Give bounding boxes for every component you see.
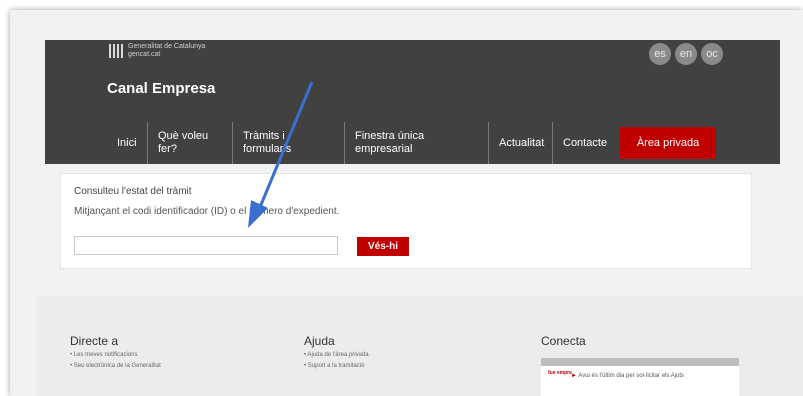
status-check-card: Consulteu l'estat del tràmit Mitjançant … bbox=[60, 173, 752, 269]
footer-ajuda-title: Ajuda bbox=[304, 334, 335, 348]
conecta-news-panel: fue empre ► Avui és l'últim dia per sol·… bbox=[541, 358, 739, 396]
nav-label: Actualitat bbox=[499, 136, 545, 149]
footer-directe-title: Directe a bbox=[70, 334, 119, 348]
gencat-logo[interactable]: Generalitat de Catalunya gencat.cat bbox=[109, 40, 205, 62]
footer-conecta-title: Conecta bbox=[541, 334, 586, 348]
logo-text-line1: Generalitat de Catalunya bbox=[128, 43, 206, 50]
nav-item-area-privada[interactable]: Àrea privada bbox=[620, 127, 716, 159]
nav-item-que-voleu-fer[interactable]: Què voleu fer? bbox=[147, 122, 227, 164]
nav-label-line1: Què voleu bbox=[158, 130, 209, 142]
footer-link-seu-electronica[interactable]: • Seu electrònica de la Generalitat bbox=[70, 363, 161, 369]
footer-link-ajuda-area-privada[interactable]: • Ajuda de l'àrea privada bbox=[304, 352, 369, 358]
site-header: Generalitat de Catalunya gencat.cat Cana… bbox=[45, 40, 780, 164]
conecta-news-text: Avui és l'últim dia per sol·licitar els … bbox=[578, 373, 685, 379]
footer-link-notificacions[interactable]: • Les meves notificacions bbox=[70, 352, 137, 358]
nav-label-line1: Finestra única bbox=[355, 130, 425, 142]
lang-es[interactable]: es bbox=[649, 43, 671, 65]
language-switcher: es en oc bbox=[649, 43, 723, 65]
nav-label-line2: empresarial bbox=[355, 143, 413, 155]
nav-item-contacte[interactable]: Contacte bbox=[552, 122, 616, 164]
nav-label: Contacte bbox=[563, 136, 608, 149]
status-check-title: Consulteu l'estat del tràmit bbox=[74, 186, 192, 197]
nav-label-line2: fer? bbox=[158, 143, 177, 155]
nav-label: Finestra única empresarial bbox=[355, 130, 424, 156]
site-footer: Directe a • Les meves notificacions • Se… bbox=[36, 296, 803, 396]
logo-text-line2: gencat.cat bbox=[128, 51, 161, 58]
nav-item-actualitat[interactable]: Actualitat bbox=[488, 122, 550, 164]
nav-label-line2: formularis bbox=[243, 143, 292, 155]
site-title[interactable]: Canal Empresa bbox=[107, 80, 215, 97]
footer-link-suport-tramitacio[interactable]: • Suport a la tramitació bbox=[304, 363, 364, 369]
gencat-logo-icon bbox=[109, 44, 123, 58]
status-id-input[interactable] bbox=[74, 236, 338, 255]
status-check-subtitle: Mitjançant el codi identificador (ID) o … bbox=[74, 206, 340, 217]
logo-text: Generalitat de Catalunya gencat.cat bbox=[128, 43, 205, 59]
megaphone-icon: ► bbox=[571, 373, 577, 379]
nav-label: Tràmits i formularis bbox=[243, 130, 291, 156]
ves-hi-button[interactable]: Vés-hi bbox=[357, 237, 409, 256]
nav-label: Inici bbox=[117, 136, 137, 149]
nav-item-tramits[interactable]: Tràmits i formularis bbox=[232, 122, 332, 164]
browser-frame: Generalitat de Catalunya gencat.cat Cana… bbox=[10, 10, 803, 396]
nav-label-line1: Tràmits i bbox=[243, 130, 285, 142]
lang-oc[interactable]: oc bbox=[701, 43, 723, 65]
nav-label: Què voleu fer? bbox=[158, 130, 208, 156]
lang-en[interactable]: en bbox=[675, 43, 697, 65]
conecta-logo: fue empre bbox=[548, 370, 572, 376]
conecta-news-item[interactable]: ► Avui és l'últim dia per sol·licitar el… bbox=[571, 373, 684, 379]
nav-item-finestra-unica[interactable]: Finestra única empresarial bbox=[344, 122, 484, 164]
